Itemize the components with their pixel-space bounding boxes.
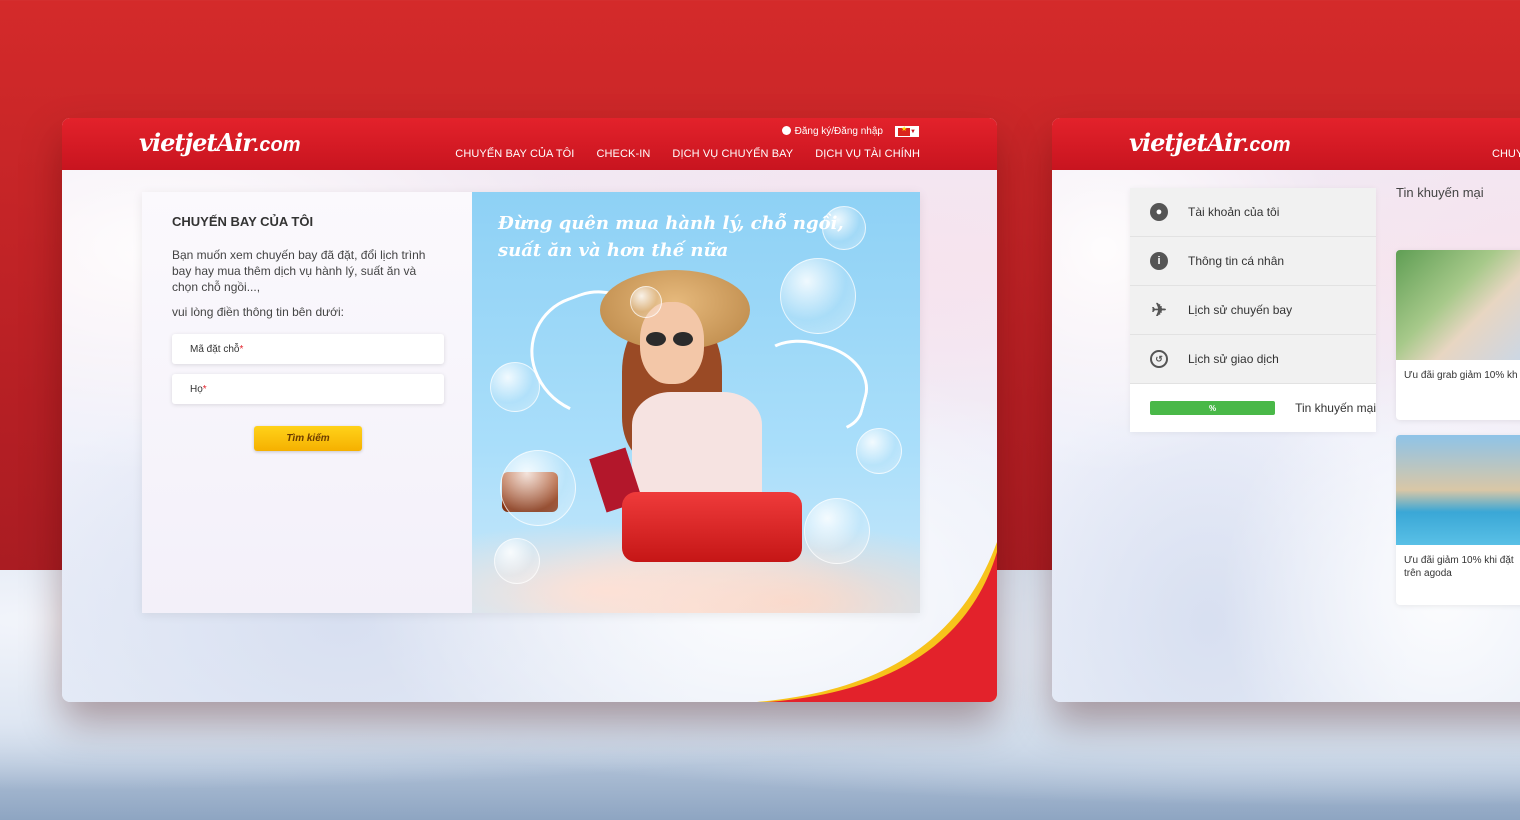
language-selector[interactable]: ▼ bbox=[895, 125, 919, 137]
promo-tagline-line2: suất ăn và hơn thế nữa bbox=[498, 240, 729, 261]
required-mark: * bbox=[239, 343, 244, 355]
empty-bubble bbox=[494, 538, 540, 584]
empty-bubble bbox=[856, 428, 902, 474]
promo-tagline-line1: Đừng quên mua hành lý, chỗ ngồi, bbox=[498, 213, 844, 234]
cap-bubble bbox=[490, 362, 540, 412]
last-name-field[interactable]: Họ * bbox=[172, 374, 444, 404]
vietnam-flag-icon bbox=[898, 125, 911, 136]
promo-card[interactable]: Ưu đãi giảm 10% khi đặt trên agoda bbox=[1396, 435, 1520, 605]
info-icon: i bbox=[1150, 252, 1168, 270]
required-mark: * bbox=[202, 383, 207, 395]
right-wing-illustration bbox=[742, 328, 878, 442]
booking-code-field[interactable]: Mã đặt chỗ * bbox=[172, 334, 444, 364]
account-sidebar: ● Tài khoản của tôi i Thông tin cá nhân … bbox=[1130, 188, 1376, 432]
vietjet-logo[interactable]: vietjetAir.com bbox=[1129, 128, 1291, 157]
promo-card-image bbox=[1396, 435, 1520, 545]
empty-bubble bbox=[630, 286, 662, 318]
sidebar-item-label: Tài khoản của tôi bbox=[1188, 205, 1280, 219]
nav-flight-services[interactable]: DỊCH VỤ CHUYẾN BAY bbox=[672, 148, 793, 160]
promo-icon: % bbox=[1150, 401, 1276, 415]
booking-code-label: Mã đặt chỗ bbox=[190, 343, 240, 355]
sidebar-item-my-account[interactable]: ● Tài khoản của tôi bbox=[1130, 188, 1376, 237]
sidebar-item-label: Tin khuyến mại bbox=[1295, 401, 1376, 415]
sidebar-item-label: Thông tin cá nhân bbox=[1188, 254, 1285, 268]
sunglasses-icon bbox=[646, 332, 666, 346]
nav-my-flights[interactable]: CHUYẾN BAY CỦA TÔI bbox=[455, 148, 574, 160]
meal-bubble bbox=[500, 450, 576, 526]
promo-card-text: Ưu đãi grab giảm 10% kh bbox=[1404, 370, 1518, 381]
form-title: CHUYẾN BAY CỦA TÔI bbox=[172, 214, 314, 229]
plane-icon: ✈ bbox=[1151, 299, 1167, 320]
seat-bubble bbox=[780, 258, 856, 334]
promotions-title: Tin khuyến mại bbox=[1396, 185, 1484, 200]
login-link[interactable]: Đăng ký/Đăng nhập bbox=[781, 126, 883, 137]
header: vietjetAir.com Đăng ký/Đăng nhập ▼ CHUYẾ… bbox=[62, 118, 997, 170]
main-nav: CHUYẾN BAY CỦA TÔI CHECK-IN DỊCH VỤ CHUY… bbox=[455, 148, 920, 160]
last-name-label: Họ bbox=[190, 383, 203, 395]
search-button[interactable]: Tìm kiếm bbox=[254, 426, 362, 451]
chevron-down-icon: ▼ bbox=[910, 128, 916, 135]
sidebar-item-label: Lịch sử giao dịch bbox=[1188, 352, 1279, 366]
sunglasses-icon bbox=[673, 332, 693, 346]
promo-card[interactable]: Ưu đãi grab giảm 10% kh bbox=[1396, 250, 1520, 420]
promo-tagline: Đừng quên mua hành lý, chỗ ngồi, suất ăn… bbox=[498, 210, 844, 264]
account-icon: ● bbox=[1150, 203, 1168, 221]
nav-check-in[interactable]: CHECK-IN bbox=[596, 148, 650, 160]
form-instruction: vui lòng điền thông tin bên dưới: bbox=[172, 305, 345, 319]
account-window: vietjetAir.com CHUY ● Tài khoản của tôi … bbox=[1052, 118, 1520, 702]
form-description: Bạn muốn xem chuyến bay đã đặt, đổi lịch… bbox=[172, 248, 426, 294]
header: vietjetAir.com CHUY bbox=[1052, 118, 1520, 170]
user-icon bbox=[781, 126, 791, 135]
brand-swoosh bbox=[757, 542, 997, 702]
nav-my-flights[interactable]: CHUY bbox=[1492, 148, 1520, 160]
sidebar-item-transaction-history[interactable]: ↺ Lịch sử giao dịch bbox=[1130, 335, 1376, 384]
sidebar-item-personal-info[interactable]: i Thông tin cá nhân bbox=[1130, 237, 1376, 286]
top-bar: Đăng ký/Đăng nhập ▼ bbox=[781, 125, 919, 137]
sidebar-item-label: Lịch sử chuyến bay bbox=[1188, 303, 1293, 317]
vietjet-logo[interactable]: vietjetAir.com bbox=[139, 128, 301, 157]
my-flights-window: vietjetAir.com Đăng ký/Đăng nhập ▼ CHUYẾ… bbox=[62, 118, 997, 702]
sidebar-item-flight-history[interactable]: ✈ Lịch sử chuyến bay bbox=[1130, 286, 1376, 335]
lookup-form: CHUYẾN BAY CỦA TÔI Bạn muốn xem chuyến b… bbox=[142, 192, 472, 613]
woman-body bbox=[632, 392, 762, 502]
sidebar-item-promotions[interactable]: % Tin khuyến mại bbox=[1130, 384, 1376, 432]
promo-card-image bbox=[1396, 250, 1520, 360]
history-icon: ↺ bbox=[1150, 350, 1168, 368]
promo-card-text: Ưu đãi giảm 10% khi đặt trên agoda bbox=[1404, 555, 1514, 579]
nav-financial-services[interactable]: DỊCH VỤ TÀI CHÍNH bbox=[815, 148, 920, 160]
